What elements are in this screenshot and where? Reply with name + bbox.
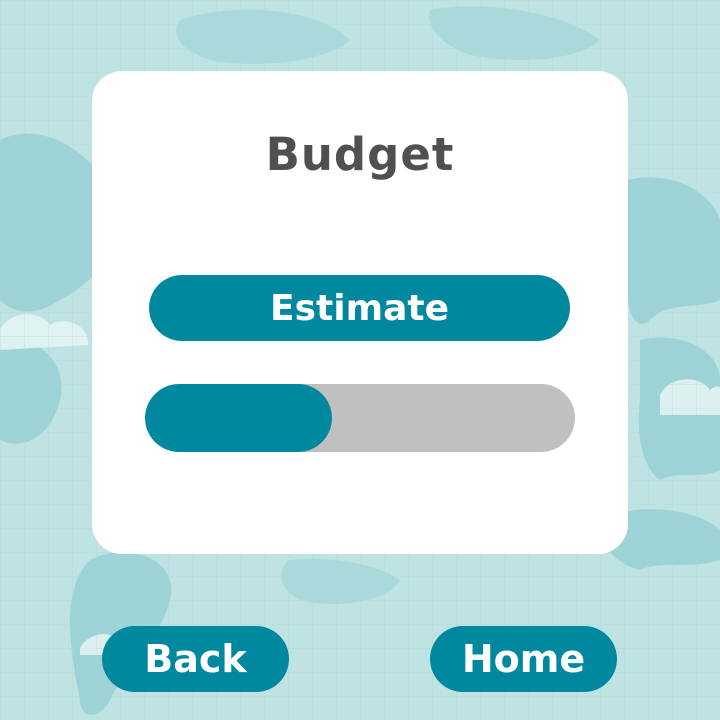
back-button[interactable]: Back bbox=[102, 626, 289, 692]
budget-progress-fill bbox=[145, 384, 332, 452]
estimate-button[interactable]: Estimate bbox=[149, 275, 570, 341]
budget-progress-bar bbox=[145, 384, 575, 452]
page-title: Budget bbox=[265, 128, 455, 181]
home-button[interactable]: Home bbox=[430, 626, 617, 692]
